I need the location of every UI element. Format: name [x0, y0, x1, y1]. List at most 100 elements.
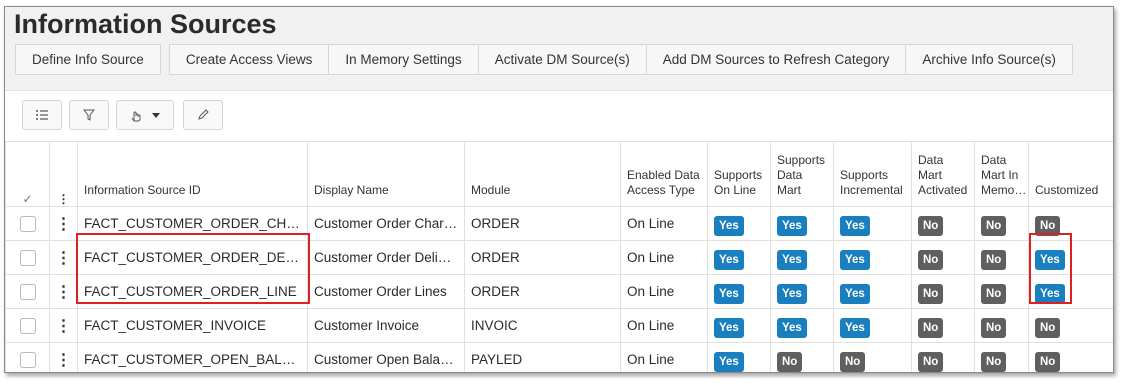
row-checkbox[interactable]: [19, 249, 36, 266]
edit-button[interactable]: [183, 100, 223, 130]
supports-data-mart-badge: No: [777, 351, 803, 372]
supports-incremental-badge: Yes: [840, 215, 870, 236]
activate-dm-sources-button[interactable]: Activate DM Source(s): [477, 44, 647, 75]
supports-data-mart-badge: Yes: [777, 283, 807, 304]
module-cell: PAYLED: [464, 342, 621, 372]
row-actions-cell: ⋮: [49, 240, 78, 275]
data-mart-activated-cell: No: [911, 240, 975, 275]
selection-mode-dropdown[interactable]: [116, 100, 174, 130]
row-menu-icon[interactable]: ⋮: [56, 318, 72, 335]
column-header-supports-on-line[interactable]: Supports On Line: [707, 141, 771, 207]
supports-on-line-badge: Yes: [714, 317, 744, 338]
data-mart-in-memory-cell: No: [974, 274, 1029, 309]
supports-data-mart-cell: Yes: [770, 274, 834, 309]
row-menu-icon[interactable]: ⋮: [56, 284, 72, 301]
chevron-down-icon: [152, 113, 160, 118]
supports-incremental-cell: Yes: [833, 308, 912, 343]
display-name-cell: Customer Order Lines: [307, 274, 465, 309]
customized-badge: Yes: [1035, 283, 1065, 304]
supports-on-line-cell: Yes: [707, 342, 771, 372]
table-toolbar: [5, 90, 1113, 141]
column-header-display-name[interactable]: Display Name: [307, 141, 465, 207]
table-body: ⋮ FACT_CUSTOMER_ORDER_CHARGE Customer Orde…: [5, 206, 1113, 372]
table-header-row: ✓ ⋮ Information Source ID Display Name M…: [5, 141, 1113, 207]
supports-incremental-cell: No: [833, 342, 912, 372]
row-checkbox[interactable]: [19, 351, 36, 368]
data-mart-in-memory-badge: No: [981, 351, 1007, 372]
row-actions-header[interactable]: ⋮: [49, 141, 78, 207]
supports-incremental-cell: Yes: [833, 274, 912, 309]
row-checkbox[interactable]: [19, 317, 36, 334]
supports-incremental-badge: Yes: [840, 249, 870, 270]
filter-button[interactable]: [69, 100, 109, 130]
filter-icon: [83, 109, 95, 121]
column-header-data-mart-activated[interactable]: Data Mart Activated: [911, 141, 975, 207]
column-settings-button[interactable]: [22, 100, 62, 130]
row-menu-icon[interactable]: ⋮: [56, 250, 72, 267]
customized-cell: No: [1028, 308, 1113, 343]
column-header-module[interactable]: Module: [464, 141, 621, 207]
supports-incremental-badge: Yes: [840, 317, 870, 338]
row-menu-icon[interactable]: ⋮: [56, 216, 72, 233]
hand-pointer-icon: [131, 111, 141, 121]
column-header-supports-incremental[interactable]: Supports Incremental: [833, 141, 912, 207]
data-access-type-cell: On Line: [620, 274, 708, 309]
data-mart-in-memory-badge: No: [981, 249, 1007, 270]
table-row[interactable]: ⋮ FACT_CUSTOMER_INVOICE Customer Invoice IN…: [5, 308, 1113, 343]
customized-badge: No: [1035, 215, 1061, 236]
table-row[interactable]: ⋮ FACT_CUSTOMER_ORDER_LINE Customer Order …: [5, 274, 1113, 309]
page-title: Information Sources: [14, 9, 277, 39]
row-checkbox[interactable]: [19, 215, 36, 232]
data-mart-activated-badge: No: [918, 249, 944, 270]
data-mart-in-memory-cell: No: [974, 240, 1029, 275]
data-access-type-cell: On Line: [620, 206, 708, 241]
column-header-supports-data-mart[interactable]: Supports Data Mart: [770, 141, 834, 207]
supports-data-mart-cell: No: [770, 342, 834, 372]
table-row[interactable]: ⋮ FACT_CUSTOMER_OPEN_BALANCE Customer Open…: [5, 342, 1113, 372]
data-access-type-cell: On Line: [620, 308, 708, 343]
data-mart-activated-cell: No: [911, 274, 975, 309]
supports-on-line-badge: Yes: [714, 215, 744, 236]
page-header: Information Sources Define Info Source C…: [5, 7, 1113, 90]
row-menu-icon[interactable]: ⋮: [56, 352, 72, 369]
module-cell: ORDER: [464, 206, 621, 241]
information-sources-table: ✓ ⋮ Information Source ID Display Name M…: [5, 141, 1113, 372]
table-row[interactable]: ⋮ FACT_CUSTOMER_ORDER_CHARGE Customer Orde…: [5, 206, 1113, 241]
column-header-information-source-id[interactable]: Information Source ID: [77, 141, 308, 207]
define-info-source-button[interactable]: Define Info Source: [15, 44, 161, 75]
add-dm-sources-to-refresh-category-button[interactable]: Add DM Sources to Refresh Category: [645, 44, 907, 75]
archive-info-sources-button[interactable]: Archive Info Source(s): [905, 44, 1073, 75]
data-mart-activated-badge: No: [918, 215, 944, 236]
supports-on-line-badge: Yes: [714, 249, 744, 270]
select-all-header[interactable]: ✓: [5, 141, 50, 207]
information-source-id-cell: FACT_CUSTOMER_ORDER_DELIV: [77, 240, 308, 275]
row-select-cell: [5, 206, 50, 241]
display-name-cell: Customer Invoice: [307, 308, 465, 343]
data-mart-activated-badge: No: [918, 283, 944, 304]
in-memory-settings-button[interactable]: In Memory Settings: [328, 44, 479, 75]
data-mart-activated-cell: No: [911, 342, 975, 372]
module-cell: ORDER: [464, 274, 621, 309]
information-source-id-cell: FACT_CUSTOMER_INVOICE: [77, 308, 308, 343]
customized-cell: Yes: [1028, 240, 1113, 275]
row-select-cell: [5, 308, 50, 343]
row-select-cell: [5, 342, 50, 372]
data-mart-in-memory-cell: No: [974, 206, 1029, 241]
data-mart-activated-cell: No: [911, 308, 975, 343]
column-header-enabled-data-access-type[interactable]: Enabled Data Access Type: [620, 141, 708, 207]
column-header-customized[interactable]: Customized: [1028, 141, 1113, 207]
customized-cell: No: [1028, 342, 1113, 372]
customized-badge: No: [1035, 351, 1061, 372]
display-name-cell: Customer Open Balance: [307, 342, 465, 372]
data-mart-activated-badge: No: [918, 317, 944, 338]
supports-data-mart-cell: Yes: [770, 308, 834, 343]
supports-on-line-cell: Yes: [707, 274, 771, 309]
row-select-cell: [5, 240, 50, 275]
row-checkbox[interactable]: [19, 283, 36, 300]
create-access-views-button[interactable]: Create Access Views: [168, 44, 330, 75]
supports-data-mart-cell: Yes: [770, 206, 834, 241]
supports-incremental-badge: No: [840, 351, 866, 372]
table-row[interactable]: ⋮ FACT_CUSTOMER_ORDER_DELIV Customer Order…: [5, 240, 1113, 275]
row-actions-cell: ⋮: [49, 274, 78, 309]
column-header-data-mart-in-memory[interactable]: Data Mart In Memo…: [974, 141, 1029, 207]
